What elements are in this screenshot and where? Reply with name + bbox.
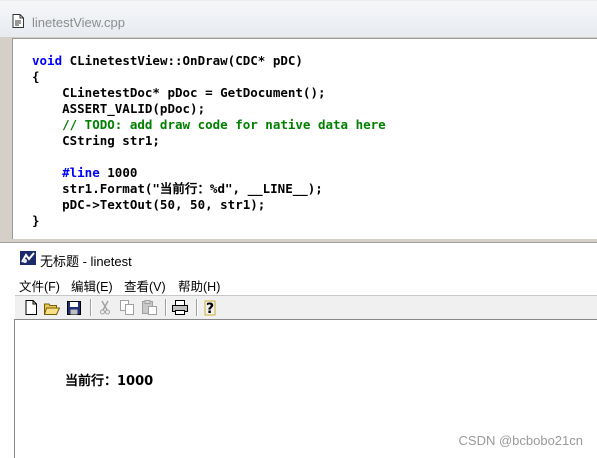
code-token: void — [32, 53, 63, 68]
code-line: str1.Format("当前行：%d", __LINE__); — [32, 181, 323, 197]
toolbar-separator — [196, 299, 197, 316]
menu-view[interactable]: 查看(V) — [124, 276, 166, 295]
code-line: ASSERT_VALID(pDoc); — [32, 101, 205, 117]
code-token: pDC->TextOut(50, 50, str1); — [32, 197, 266, 212]
code-token: #line — [62, 165, 100, 180]
menu-help[interactable]: 帮助(H) — [178, 276, 220, 295]
toolbar-separator — [90, 299, 91, 316]
open-button[interactable] — [42, 298, 62, 317]
code-token: str1.Format("当前行：%d", __LINE__); — [32, 181, 323, 196]
code-line: CLinetestDoc* pDoc = GetDocument(); — [32, 85, 326, 101]
code-token: 1000 — [99, 165, 138, 180]
open-folder-icon — [44, 303, 60, 315]
code-token: ASSERT_VALID(pDoc); — [32, 101, 206, 116]
svg-text:?: ? — [206, 301, 214, 316]
menu-file[interactable]: 文件(F) — [19, 276, 60, 295]
code-line: #line 1000 — [32, 165, 137, 181]
save-icon — [67, 300, 81, 315]
code-line: void CLinetestView::OnDraw(CDC* pDC) — [32, 53, 303, 69]
code-token: CLinetestView::OnDraw(CDC* pDC) — [62, 53, 303, 68]
code-line: // TODO: add draw code for native data h… — [32, 117, 386, 133]
code-token: // TODO: add draw code for native data h… — [32, 117, 386, 132]
drawn-line-text: 当前行：1000 — [65, 374, 154, 389]
mfc-app-icon — [20, 251, 36, 265]
save-button[interactable] — [64, 298, 84, 317]
app-title-bar: 无标题 - linetest — [0, 243, 597, 273]
code-token: CLinetestDoc* pDoc = GetDocument(); — [32, 85, 326, 100]
new-file-icon — [25, 300, 37, 315]
code-token: } — [32, 213, 40, 228]
print-button[interactable] — [170, 298, 190, 317]
toolbar-separator — [165, 299, 166, 316]
code-line: { — [32, 69, 40, 85]
print-icon — [172, 300, 188, 315]
ide-tab-title[interactable]: linetestView.cpp — [32, 15, 125, 30]
app-title: 无标题 - linetest — [40, 254, 132, 269]
code-token: CString str1; — [32, 133, 160, 148]
copy-icon — [119, 300, 134, 315]
cut-button[interactable] — [95, 298, 115, 317]
code-line: pDC->TextOut(50, 50, str1); — [32, 197, 265, 213]
help-icon: ? — [204, 300, 216, 316]
cpp-file-icon — [12, 14, 24, 28]
csdn-watermark: CSDN @bcbobo21cn — [458, 433, 583, 448]
copy-button[interactable] — [117, 298, 137, 317]
code-token: { — [32, 69, 40, 84]
menu-bar: 文件(F) 编辑(E) 查看(V) 帮助(H) — [0, 273, 597, 295]
help-button[interactable]: ? — [200, 298, 220, 317]
paste-icon — [141, 300, 157, 315]
ide-editor-window: linetestView.cpp void CLinetestView::OnD… — [0, 0, 597, 242]
menu-edit[interactable]: 编辑(E) — [71, 276, 113, 295]
code-editor[interactable]: void CLinetestView::OnDraw(CDC* pDC){ CL… — [12, 38, 597, 239]
app-window: 无标题 - linetest 文件(F) 编辑(E) 查看(V) 帮助(H) ?… — [0, 242, 597, 458]
code-line: } — [32, 213, 40, 229]
toolbar: ? — [15, 295, 597, 319]
ide-tab-bar: linetestView.cpp — [0, 1, 597, 37]
paste-button[interactable] — [139, 298, 159, 317]
cut-icon — [100, 300, 110, 315]
code-line: CString str1; — [32, 133, 160, 149]
new-file-button[interactable] — [21, 298, 41, 317]
